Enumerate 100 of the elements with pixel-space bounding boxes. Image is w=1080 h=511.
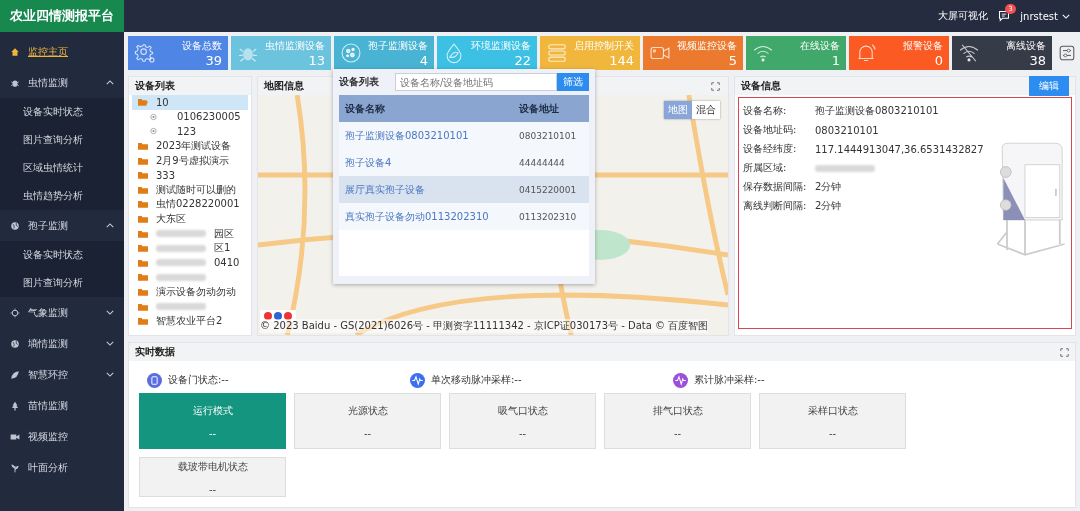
globe-icon [10,220,20,231]
panel-title: 设备列表 [129,77,251,95]
panel-title: 设备信息 [741,79,781,93]
stat-card[interactable]: 离线设备 38 [952,36,1052,70]
list-icon [546,42,568,64]
tree-item[interactable]: 虫情0228220001 [132,197,248,212]
device-name-link[interactable]: 展厅真实孢子设备 [345,182,519,197]
stat-label: 离线设备 [1006,38,1046,53]
open-folder-icon [138,98,148,107]
device-name-link[interactable]: 真实孢子设备勿动0113202310 [345,209,519,224]
sidebar-subitem[interactable]: 虫情趋势分析 [0,182,124,210]
tree-label: 演示设备勿动勿动 [156,285,236,299]
sidebar-item[interactable]: 叶面分析 [0,452,124,483]
device-row[interactable]: 孢子设备4 44444444 [339,149,589,176]
sidebar-subitem[interactable]: 区域虫情统计 [0,154,124,182]
chevron-down-icon [106,372,114,377]
fullscreen-icon[interactable] [1060,347,1069,357]
tree-label: 测试随时可以删的 [156,182,236,197]
tile-label: 光源状态 [347,403,388,418]
tree-item[interactable]: 园区 [132,226,248,241]
tree-label: 0106230005 [177,111,241,123]
device-row[interactable]: 展厅真实孢子设备 0415220001 [339,176,589,203]
device-row[interactable]: 真实孢子设备勿动0113202310 0113202310 [339,203,589,230]
tile-label: 排气口状态 [652,403,703,418]
user-menu[interactable]: jnrstest [1020,10,1070,22]
stat-value: 39 [205,52,222,68]
big-screen-link[interactable]: 大屏可视化 [938,9,989,23]
field-label: 离线判断间隔: [743,199,808,213]
stat-label: 报警设备 [903,38,943,53]
field-value: 孢子监测设备0803210101 [815,104,939,118]
fullscreen-icon[interactable] [711,82,720,91]
tree-item[interactable]: 区1 [132,240,248,256]
tree-item[interactable]: 123 [132,124,248,139]
field-value: 0803210101 [815,124,879,136]
tile-value: -- [518,427,527,439]
tree-item[interactable]: 2023年测试设备 [132,138,248,154]
field-value: 2分钟 [815,199,842,213]
tile-label: 吸气口状态 [497,403,548,418]
tree-item[interactable]: 333 [132,167,248,183]
stat-label: 启用控制开关 [574,38,634,53]
stat-value: 0 [934,52,943,68]
device-name-link[interactable]: 孢子监测设备0803210101 [345,128,519,143]
field-value: 117.1444913047,36.6531432827 [815,143,984,155]
tile-value: -- [363,427,372,439]
field-label: 设备名称: [743,104,788,118]
tree-item[interactable]: 0410 [132,255,248,271]
map-type-tab[interactable]: 混合 [692,101,720,119]
tree-item[interactable]: 2月9号虚拟演示 [132,153,248,168]
tile-label: 运行模式 [192,403,233,418]
device-name-link[interactable]: 孢子设备4 [345,155,519,170]
sidebar-item[interactable]: 气象监测 [0,297,124,328]
sidebar-item[interactable]: 墒情监测 [0,328,124,359]
blurred-text [156,303,206,311]
message-icon[interactable] [998,10,1011,22]
stat-card[interactable]: 设备总数 39 [128,36,228,70]
sidebar-subitem[interactable]: 图片查询分析 [0,269,124,297]
tile-value: -- [673,427,682,439]
stat-label: 虫情监测设备 [265,38,325,53]
sidebar-item[interactable]: 监控主页 [0,36,124,67]
search-field[interactable]: 设备名称/设备地址码 [395,73,557,91]
sidebar-item[interactable]: 孢子监测 [0,210,124,241]
tree-item[interactable]: 大东区 [132,211,248,227]
leaf-icon [10,369,20,380]
tile-label: 采样口状态 [807,403,858,418]
table-cell-text: 0415220001 [519,184,578,195]
stat-value: 1 [831,52,840,68]
tree-label: 333 [156,169,176,181]
field-label: 设备经纬度: [743,142,798,156]
stat-label: 在线设备 [800,38,840,53]
popup-title: 设备列表 [339,75,380,89]
blurred-text [156,273,206,281]
plant-icon [10,462,20,473]
chevron-down-icon [106,341,114,346]
sidebar-subitem[interactable]: 图片查询分析 [0,126,124,154]
gear-icon [134,42,156,64]
tree-icon [10,400,20,411]
tree-label: 区1 [214,241,231,256]
device-row[interactable]: 孢子监测设备0803210101 0803210101 [339,122,589,149]
sidebar-item[interactable]: 虫情监测 [0,67,124,98]
sidebar-subitem[interactable]: 设备实时状态 [0,98,124,126]
sidebar-item[interactable]: 智慧环控 [0,359,124,390]
chevron-up-icon [106,223,114,228]
settings-icon[interactable] [1059,45,1075,61]
globe-icon [10,338,20,349]
tree-item[interactable]: 0106230005 [132,109,248,125]
sidebar-item[interactable]: 视频监控 [0,421,124,452]
tree-label: 2023年测试设备 [156,139,232,154]
blurred-text [156,259,206,267]
tree-item[interactable]: 演示设备勿动勿动 [132,284,248,300]
tree-item[interactable]: 智慧农业平台2 [132,313,248,329]
table-cell-text: 0113202310 [519,211,578,222]
tree-item[interactable]: 测试随时可以删的 [132,182,248,198]
platform-logo: 农业四情测报平台 [0,0,124,32]
table-cell-text: 44444444 [519,157,566,168]
sidebar-item[interactable]: 苗情监测 [0,390,124,421]
tile-label: 载玻带电机状态 [177,459,248,474]
stat-value: 22 [514,52,531,68]
sidebar-subitem[interactable]: 设备实时状态 [0,241,124,269]
tree-item[interactable]: 10 [132,95,248,110]
indicator-text: 设备门状态:-- [168,373,229,387]
